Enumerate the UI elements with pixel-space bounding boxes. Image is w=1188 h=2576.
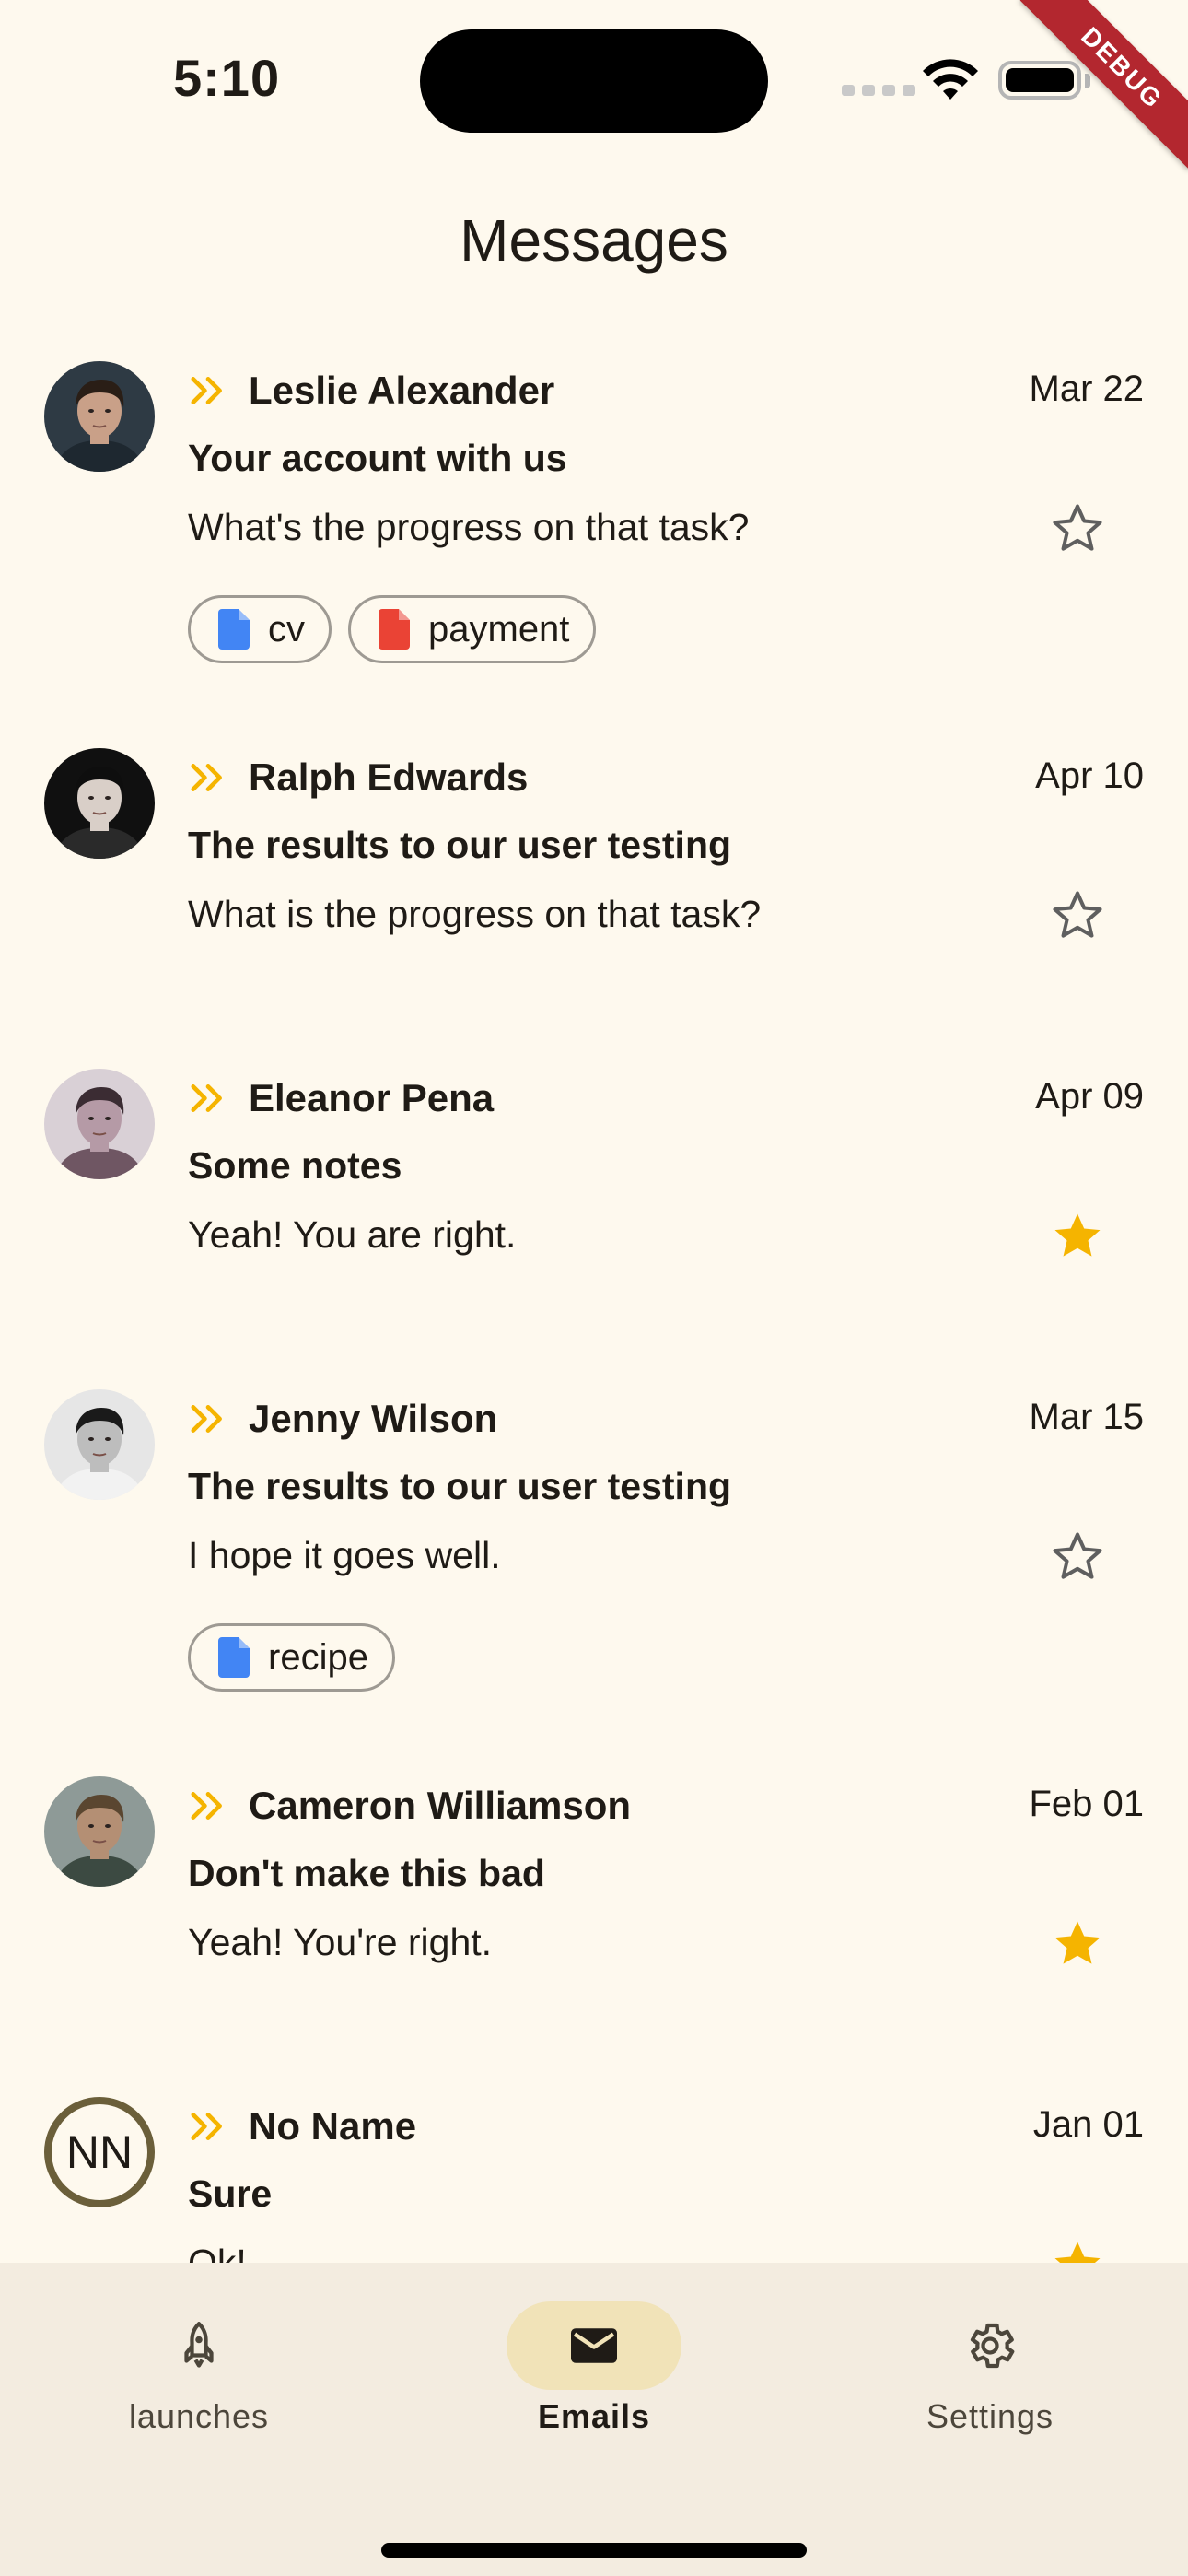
sender-name: Ralph Edwards	[249, 755, 529, 799]
sender-name: No Name	[249, 2104, 417, 2148]
battery-icon	[998, 61, 1081, 100]
message-preview: I hope it goes well.	[188, 1534, 501, 1576]
message-list-item[interactable]: Eleanor Pena Apr 09 Some notes Yeah! You ar…	[0, 1048, 1188, 1369]
message-list-item[interactable]: Jenny Wilson Mar 15 The results to our use…	[0, 1369, 1188, 1756]
nav-pill-settings[interactable]	[903, 2301, 1077, 2390]
message-date: Mar 22	[1029, 369, 1145, 409]
star-filled-icon[interactable]	[1048, 2235, 1107, 2263]
message-preview: What's the progress on that task?	[188, 506, 750, 548]
sender-row: No Name	[188, 2099, 416, 2154]
double-chevron-right-icon	[188, 1082, 228, 1115]
sender-row: Leslie Alexander	[188, 363, 554, 418]
sender-row: Cameron Williamson	[188, 1778, 631, 1833]
attachment-name: cv	[268, 608, 305, 650]
message-subject: Don't make this bad	[188, 1852, 545, 1894]
rocket-icon	[184, 2322, 214, 2368]
sender-row: Ralph Edwards	[188, 750, 528, 805]
avatar	[44, 748, 155, 859]
file-icon	[379, 609, 410, 650]
message-list-item[interactable]: Cameron Williamson Feb 01 Don't make this …	[0, 1756, 1188, 2077]
bottom-navigation-bar: launches Emails Settings	[0, 2263, 1188, 2576]
message-date: Jan 01	[1032, 2104, 1144, 2145]
status-bar: 5:10	[0, 0, 1188, 157]
dynamic-island	[420, 29, 768, 133]
attachment-name: recipe	[268, 1636, 368, 1678]
avatar	[44, 1069, 155, 1179]
attachment-chip[interactable]: cv	[188, 595, 332, 663]
avatar: NN	[44, 2097, 155, 2207]
avatar	[44, 1776, 155, 1887]
nav-label-emails: Emails	[537, 2397, 651, 2435]
home-indicator	[381, 2543, 807, 2558]
message-subject: The results to our user testing	[188, 824, 732, 866]
message-subject: Some notes	[188, 1144, 402, 1187]
double-chevron-right-icon	[188, 761, 228, 794]
message-preview: Ok!	[188, 2242, 247, 2263]
star-filled-icon[interactable]	[1048, 1914, 1107, 1973]
star-filled-icon[interactable]	[1048, 1207, 1107, 1266]
gear-icon	[970, 2323, 1015, 2369]
message-date: Feb 01	[1029, 1784, 1144, 1824]
message-list-item[interactable]: Ralph Edwards Apr 10 The results to our us…	[0, 728, 1188, 1048]
sender-name: Jenny Wilson	[249, 1397, 498, 1440]
message-list-item[interactable]: NN No Name Jan 01 Sure Ok!	[0, 2077, 1188, 2263]
battery-tip	[1085, 74, 1090, 88]
sender-row: Jenny Wilson	[188, 1391, 497, 1446]
double-chevron-right-icon	[188, 1789, 228, 1822]
message-date: Apr 10	[1035, 755, 1144, 796]
status-time: 5:10	[173, 49, 281, 107]
wifi-icon	[923, 59, 978, 100]
cellular-signal-icon	[842, 85, 915, 96]
attachment-name: payment	[428, 608, 570, 650]
double-chevron-right-icon	[188, 2110, 228, 2143]
message-list-item[interactable]: Leslie Alexander Mar 22 Your account with …	[0, 341, 1188, 728]
avatar	[44, 1389, 155, 1500]
message-subject: The results to our user testing	[188, 1465, 732, 1507]
message-preview: Yeah! You're right.	[188, 1921, 493, 1963]
message-preview: Yeah! You are right.	[188, 1213, 517, 1256]
avatar	[44, 361, 155, 472]
double-chevron-right-icon	[188, 1402, 228, 1435]
attachment-chip[interactable]: payment	[348, 595, 597, 663]
nav-item-settings[interactable]: Settings	[852, 2301, 1128, 2436]
nav-label-launches: launches	[128, 2397, 270, 2435]
star-outline-icon[interactable]	[1048, 1528, 1107, 1587]
star-outline-icon[interactable]	[1048, 499, 1107, 558]
attachment-chips: cv payment	[188, 595, 597, 663]
avatar-initials: NN	[65, 2126, 134, 2178]
message-date: Mar 15	[1029, 1397, 1145, 1437]
sender-row: Eleanor Pena	[188, 1071, 494, 1126]
star-outline-icon[interactable]	[1048, 886, 1107, 945]
sender-name: Leslie Alexander	[249, 369, 555, 412]
nav-pill-emails[interactable]	[507, 2301, 681, 2390]
page-title: Messages	[460, 207, 728, 274]
message-list[interactable]: Leslie Alexander Mar 22 Your account with …	[0, 341, 1188, 2263]
message-preview: What is the progress on that task?	[188, 893, 762, 935]
file-icon	[218, 609, 250, 650]
message-date: Apr 09	[1035, 1076, 1144, 1117]
attachment-chips: recipe	[188, 1623, 395, 1692]
nav-item-launches[interactable]: launches	[61, 2301, 337, 2436]
nav-pill-launches[interactable]	[111, 2301, 286, 2390]
mail-icon	[571, 2328, 617, 2363]
message-subject: Sure	[188, 2172, 273, 2215]
attachment-chip[interactable]: recipe	[188, 1623, 395, 1692]
file-icon	[218, 1637, 250, 1678]
double-chevron-right-icon	[188, 374, 228, 407]
sender-name: Eleanor Pena	[249, 1076, 495, 1119]
nav-item-emails[interactable]: Emails	[456, 2301, 732, 2436]
message-subject: Your account with us	[188, 437, 567, 479]
sender-name: Cameron Williamson	[249, 1784, 632, 1827]
nav-label-settings: Settings	[926, 2397, 1054, 2435]
